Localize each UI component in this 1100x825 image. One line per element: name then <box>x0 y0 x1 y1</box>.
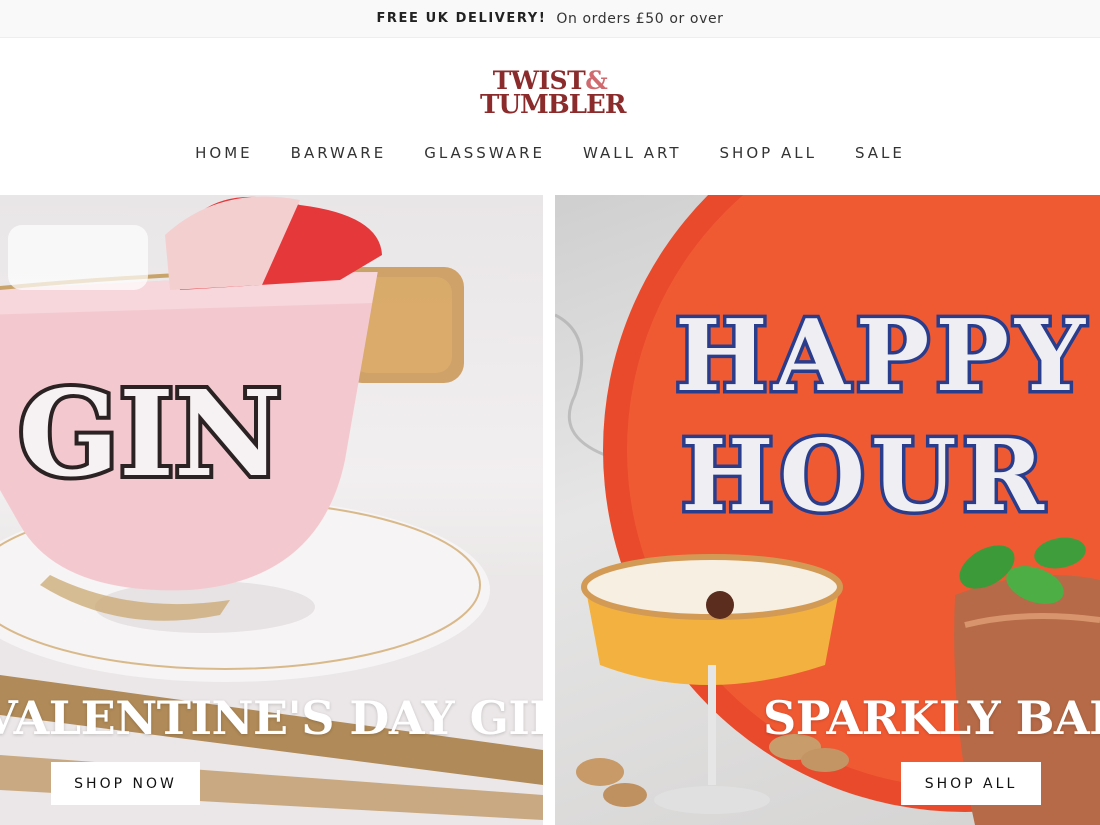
nav-sale[interactable]: SALE <box>855 140 905 166</box>
shop-all-button[interactable]: SHOP ALL <box>901 762 1041 805</box>
hero-panel-valentines[interactable]: GIN VALENTINE'S DAY GIFTS SHOP NOW <box>0 195 543 825</box>
panel-title-valentines: VALENTINE'S DAY GIFTS <box>0 691 543 745</box>
tray-text-line-1: HAPPY <box>675 299 1091 414</box>
shop-now-button[interactable]: SHOP NOW <box>51 762 200 805</box>
hero-panel-barware[interactable]: HAPPY HOUR SPARKLY BARWARE SHOP ALL <box>555 195 1100 825</box>
announcement-strong: FREE UK DELIVERY! <box>376 11 547 26</box>
tray-text-line-2: HOUR <box>681 419 1050 534</box>
cup-text: GIN <box>18 364 282 503</box>
nav-glassware[interactable]: GLASSWARE <box>424 140 545 166</box>
nav-wall-art[interactable]: WALL ART <box>583 140 682 166</box>
announcement-text: On orders £50 or over <box>556 10 724 27</box>
nav-barware[interactable]: BARWARE <box>291 140 387 166</box>
logo-word-tumbler: TUMBLER <box>480 90 626 120</box>
nav-home[interactable]: HOME <box>195 140 253 166</box>
main-nav: HOME BARWARE GLASSWARE WALL ART SHOP ALL… <box>0 140 1100 166</box>
announcement-bar: FREE UK DELIVERY! On orders £50 or over <box>0 0 1100 38</box>
site-logo[interactable]: TWIST& TUMBLER <box>480 68 626 124</box>
panel-title-barware: SPARKLY BARWARE <box>763 691 1100 745</box>
nav-shop-all[interactable]: SHOP ALL <box>720 140 817 166</box>
